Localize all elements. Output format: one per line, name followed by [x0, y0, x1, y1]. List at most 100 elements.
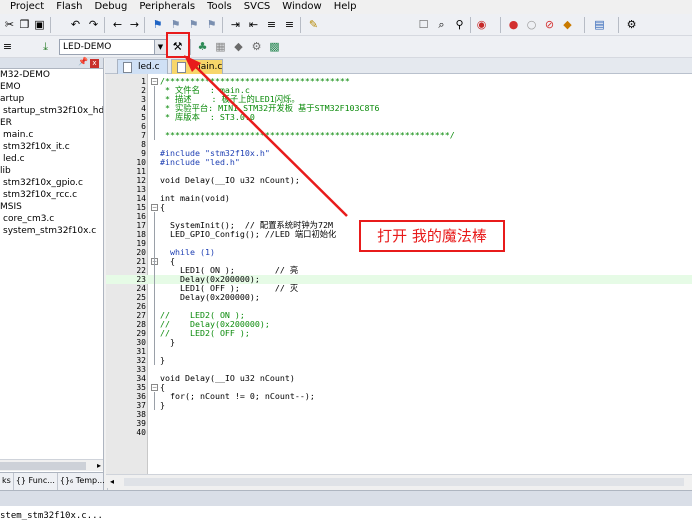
editor-tab-bar: led.c main.c: [105, 58, 692, 74]
find-icon[interactable]: ⌕: [434, 17, 449, 32]
undo-icon[interactable]: ↶: [68, 17, 83, 32]
bookmark-next-icon[interactable]: ⚑: [186, 17, 201, 32]
pin-icon[interactable]: 📌: [78, 57, 88, 66]
build-icon[interactable]: ≡: [0, 39, 15, 54]
breakpoint-disable-icon[interactable]: ○: [524, 17, 539, 32]
scroll-right-icon[interactable]: ▸: [97, 460, 101, 472]
line-number: 6: [141, 122, 146, 131]
template-icon[interactable]: ☐: [416, 17, 431, 32]
toolbar-separator: [190, 39, 191, 55]
tree-item[interactable]: main.c: [0, 129, 103, 141]
tree-item[interactable]: stm32f10x_gpio.c: [0, 177, 103, 189]
line-number: 4: [141, 104, 146, 113]
incremental-find-icon[interactable]: ⚲: [452, 17, 467, 32]
code-text: }: [160, 355, 165, 365]
tree-item[interactable]: core_cm3.c: [0, 213, 103, 225]
redo-icon[interactable]: ↷: [86, 17, 101, 32]
line-number: 34: [136, 374, 146, 383]
manage-rte-icon[interactable]: ◆: [231, 39, 246, 54]
code-line: 30 }: [106, 337, 692, 348]
tab-label: led.c: [138, 62, 160, 72]
nav-back-icon[interactable]: ←: [110, 17, 125, 32]
breakpoint-insert-icon[interactable]: ●: [506, 17, 521, 32]
window-layout-icon[interactable]: ▤: [592, 17, 607, 32]
tree-item[interactable]: startup_stm32f10x_hd.s: [0, 105, 103, 117]
line-number: 30: [136, 338, 146, 347]
menu-item-tools[interactable]: Tools: [201, 0, 238, 14]
toolbar-separator: [144, 17, 145, 33]
menu-item-debug[interactable]: Debug: [88, 0, 133, 14]
tree-item[interactable]: M32-DEMO: [0, 69, 103, 81]
code-editor[interactable]: 1−/*************************************…: [106, 74, 692, 474]
close-icon[interactable]: x: [90, 59, 99, 68]
panel-tab-1[interactable]: {} Func...: [14, 473, 58, 490]
fold-toggle-icon[interactable]: −: [151, 384, 158, 391]
scrollbar-thumb[interactable]: [0, 462, 86, 470]
tree-item[interactable]: MSIS: [0, 201, 103, 213]
line-number: 16: [136, 212, 146, 221]
editor-scrollbar[interactable]: ◂: [106, 474, 692, 488]
panel-tab-2[interactable]: {}₆ Temp...: [58, 473, 108, 490]
paste-icon[interactable]: ▣: [32, 17, 47, 32]
breakpoint-kill-all-icon[interactable]: ◆: [560, 17, 575, 32]
line-number: 31: [136, 347, 146, 356]
menu-item-help[interactable]: Help: [328, 0, 363, 14]
configure-icon[interactable]: ⚙: [624, 17, 639, 32]
bookmark-clear-icon[interactable]: ⚑: [204, 17, 219, 32]
code-line: 37}: [106, 401, 692, 411]
uncomment-icon[interactable]: ≡: [282, 17, 297, 32]
menu-item-peripherals[interactable]: Peripherals: [133, 0, 201, 14]
menu-item-flash[interactable]: Flash: [50, 0, 88, 14]
code-text: }: [160, 337, 175, 347]
chevron-down-icon[interactable]: ▼: [154, 40, 166, 54]
file-toolbar: ✂ ❐ ▣ ↶ ↷ ← → ⚑ ⚑ ⚑ ⚑ ⇥ ⇤ ≡ ≡ ✎ ☐ ⌕ ⚲ ◉ …: [0, 14, 692, 36]
line-number: 15: [136, 203, 146, 212]
tree-item[interactable]: ER: [0, 117, 103, 129]
debug-session-icon[interactable]: ◉: [474, 17, 489, 32]
tab-main-c[interactable]: main.c: [171, 59, 223, 74]
tree-item[interactable]: lib: [0, 165, 103, 177]
toolbar-separator: [222, 17, 223, 33]
line-number: 35: [136, 383, 146, 392]
menu-item-svcs[interactable]: SVCS: [238, 0, 277, 14]
tree-item[interactable]: led.c: [0, 153, 103, 165]
load-icon[interactable]: ⤓: [38, 39, 53, 54]
line-number: 13: [136, 185, 146, 194]
tree-item[interactable]: system_stm32f10x.c: [0, 225, 103, 237]
scrollbar-thumb[interactable]: [124, 478, 684, 486]
panel-scrollbar[interactable]: ▸: [0, 459, 103, 471]
indent-icon[interactable]: ⇥: [228, 17, 243, 32]
menu-item-window[interactable]: Window: [276, 0, 327, 14]
select-packs-icon[interactable]: ▦: [213, 39, 228, 54]
file-icon: [177, 62, 186, 73]
tree-item[interactable]: artup: [0, 93, 103, 105]
file-icon: [123, 62, 132, 73]
target-select-value: LED-DEMO: [63, 42, 112, 52]
fold-guide: [154, 266, 155, 347]
tab-led-c[interactable]: led.c: [117, 59, 168, 74]
tree-item[interactable]: stm32f10x_rcc.c: [0, 189, 103, 201]
run-time-env-icon[interactable]: ⚙: [249, 39, 264, 54]
breakpoint-kill-icon[interactable]: ⊘: [542, 17, 557, 32]
copy-icon[interactable]: ❐: [17, 17, 32, 32]
bookmark-prev-icon[interactable]: ⚑: [168, 17, 183, 32]
target-select[interactable]: LED-DEMO ▼: [59, 39, 167, 55]
line-number: 29: [136, 329, 146, 338]
manage-project-items-icon[interactable]: ♣: [195, 39, 210, 54]
pack-installer-icon[interactable]: ▩: [267, 39, 282, 54]
scroll-left-icon[interactable]: ◂: [110, 475, 114, 489]
comment-icon[interactable]: ≡: [264, 17, 279, 32]
cut-icon[interactable]: ✂: [2, 17, 17, 32]
fold-toggle-icon[interactable]: −: [151, 204, 158, 211]
code-line: 40: [106, 428, 692, 437]
unindent-icon[interactable]: ⇤: [246, 17, 261, 32]
tree-item[interactable]: stm32f10x_it.c: [0, 141, 103, 153]
tree-item[interactable]: EMO: [0, 81, 103, 93]
line-number: 19: [136, 239, 146, 248]
find-in-files-icon[interactable]: ✎: [306, 17, 321, 32]
nav-forward-icon[interactable]: →: [127, 17, 142, 32]
panel-tab-0[interactable]: ks: [0, 473, 14, 490]
fold-toggle-icon[interactable]: −: [151, 78, 158, 85]
menu-item-project[interactable]: Project: [0, 0, 50, 14]
bookmark-set-icon[interactable]: ⚑: [150, 17, 165, 32]
